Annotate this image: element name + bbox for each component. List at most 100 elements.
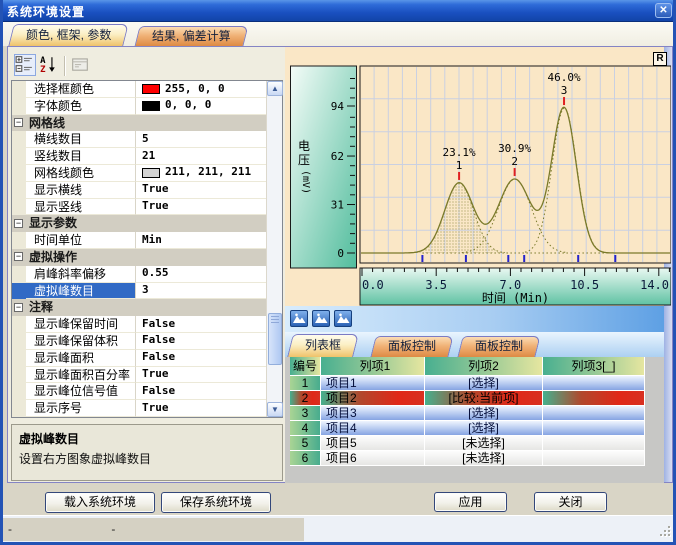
table-cell[interactable]: 项目3 xyxy=(321,406,425,421)
property-value[interactable]: True xyxy=(136,367,266,384)
table-cell[interactable]: 项目6 xyxy=(321,451,425,466)
scrollbar-thumb[interactable] xyxy=(268,313,282,365)
status-text-mid: - xyxy=(111,522,116,536)
column-header[interactable]: 列项1 xyxy=(321,357,425,376)
property-category-row[interactable]: − 网格线 xyxy=(12,114,266,132)
property-value[interactable]: 0, 0, 0 xyxy=(136,98,266,115)
load-environment-button[interactable]: 载入系统环境 xyxy=(45,492,155,513)
table-row[interactable]: 4 项目4 [选择] xyxy=(290,421,645,436)
scroll-up-icon[interactable]: ▲ xyxy=(267,81,283,96)
property-row[interactable]: 显示峰面积 False xyxy=(12,349,266,367)
property-row[interactable]: 网格线颜色 211, 211, 211 xyxy=(12,164,266,182)
property-value[interactable]: False xyxy=(136,383,266,401)
property-value[interactable]: 3 xyxy=(136,283,266,300)
zoom-image-button-2[interactable] xyxy=(312,310,330,327)
resize-grip[interactable] xyxy=(658,526,672,538)
property-value[interactable]: 211, 211, 211 xyxy=(136,165,266,182)
table-cell[interactable]: 5 xyxy=(290,436,321,451)
table-row[interactable]: 1 项目1 [选择] xyxy=(290,376,645,391)
property-row[interactable]: 显示峰保留体积 False xyxy=(12,332,266,350)
zoom-image-button-3[interactable] xyxy=(334,310,352,327)
property-row[interactable]: 显示横线 True xyxy=(12,181,266,199)
collapse-icon[interactable]: − xyxy=(14,252,23,262)
categorized-view-button[interactable] xyxy=(14,54,36,76)
table-cell[interactable]: 4 xyxy=(290,421,321,436)
property-value[interactable]: False xyxy=(136,333,266,350)
column-header[interactable]: 列项2 xyxy=(425,357,543,376)
table-cell[interactable]: [未选择] xyxy=(425,451,543,466)
property-row[interactable]: 显示峰保留时间 False xyxy=(12,316,266,333)
table-cell[interactable] xyxy=(543,376,645,391)
reset-zoom-button[interactable]: R xyxy=(653,52,667,66)
table-cell[interactable] xyxy=(543,436,645,451)
property-value[interactable]: 255, 0, 0 xyxy=(136,81,266,98)
property-value[interactable]: 0.55 xyxy=(136,266,266,283)
property-value[interactable]: True xyxy=(136,400,266,417)
property-row[interactable]: 显示峰面积百分率 True xyxy=(12,366,266,384)
table-cell[interactable]: 3 xyxy=(290,406,321,421)
table-cell[interactable]: 项目2 xyxy=(321,391,425,406)
table-cell[interactable]: 1 xyxy=(290,376,321,391)
main-tab-0[interactable]: 颜色, 框架, 参数 xyxy=(8,24,130,46)
table-cell[interactable]: 项目4 xyxy=(321,421,425,436)
property-row[interactable]: 虚拟峰数目 3 xyxy=(12,282,266,300)
table-row[interactable]: 5 项目5 [未选择] xyxy=(290,436,645,451)
property-row[interactable]: 横线数目 5 xyxy=(12,131,266,149)
table-cell[interactable] xyxy=(543,391,645,406)
property-pages-icon xyxy=(72,58,88,71)
table-cell[interactable]: [选择] xyxy=(425,421,543,436)
alphabetical-sort-button[interactable]: A Z xyxy=(38,54,60,76)
table-cell[interactable] xyxy=(543,451,645,466)
panel-tab-2[interactable]: 面板控制 xyxy=(457,336,541,357)
property-row[interactable]: 选择框颜色 255, 0, 0 xyxy=(12,81,266,98)
table-row[interactable]: 6 项目6 [未选择] xyxy=(290,451,645,466)
table-row[interactable]: 3 项目3 [选择] xyxy=(290,406,645,421)
property-value[interactable]: False xyxy=(136,316,266,333)
property-pages-button[interactable] xyxy=(70,54,92,76)
collapse-icon[interactable]: − xyxy=(14,302,23,312)
close-button[interactable]: 关闭 xyxy=(534,492,607,512)
property-row[interactable]: 时间单位 Min xyxy=(12,232,266,249)
table-cell[interactable] xyxy=(543,406,645,421)
property-category-row[interactable]: − 显示参数 xyxy=(12,215,266,233)
table-cell[interactable]: 项目5 xyxy=(321,436,425,451)
zoom-image-button-1[interactable] xyxy=(290,310,308,327)
main-tab-1[interactable]: 结果, 偏差计算 xyxy=(134,26,249,46)
property-value[interactable]: True xyxy=(136,182,266,199)
property-description-panel: 虚拟峰数目 设置右方图象虚拟峰数目 xyxy=(11,424,283,481)
table-cell[interactable] xyxy=(543,421,645,436)
title-bar[interactable]: 系统环境设置 ✕ xyxy=(3,0,673,22)
collapse-icon[interactable]: − xyxy=(14,218,23,228)
table-cell[interactable]: [选择] xyxy=(425,376,543,391)
property-value[interactable]: False xyxy=(136,350,266,367)
property-row[interactable]: 字体颜色 0, 0, 0 xyxy=(12,97,266,115)
table-cell[interactable]: 6 xyxy=(290,451,321,466)
apply-button[interactable]: 应用 xyxy=(434,492,507,512)
table-cell[interactable]: [未选择] xyxy=(425,436,543,451)
table-row[interactable]: 2 项目2 [比较:当前项] xyxy=(290,391,645,406)
property-row[interactable]: 显示峰位信号值 False xyxy=(12,383,266,401)
column-header[interactable]: 列项3[_] xyxy=(543,357,645,376)
column-header[interactable]: 编号 xyxy=(290,357,321,376)
property-grid-scrollbar[interactable]: ▲ ▼ xyxy=(266,81,283,417)
table-cell[interactable]: [选择] xyxy=(425,406,543,421)
scroll-down-icon[interactable]: ▼ xyxy=(267,402,283,417)
table-cell[interactable]: [比较:当前项] xyxy=(425,391,543,406)
table-cell[interactable]: 项目1 xyxy=(321,376,425,391)
property-value[interactable]: 21 xyxy=(136,148,266,165)
property-value[interactable]: 5 xyxy=(136,131,266,149)
close-icon[interactable]: ✕ xyxy=(655,3,672,18)
property-category-row[interactable]: − 注释 xyxy=(12,299,266,317)
panel-tab-1[interactable]: 面板控制 xyxy=(370,336,454,357)
property-category-row[interactable]: − 虚拟操作 xyxy=(12,248,266,266)
property-row[interactable]: 显示序号 True xyxy=(12,400,266,417)
collapse-icon[interactable]: − xyxy=(14,118,23,128)
property-row[interactable]: 竖线数目 21 xyxy=(12,148,266,165)
save-environment-button[interactable]: 保存系统环境 xyxy=(161,492,271,513)
property-row[interactable]: 显示竖线 True xyxy=(12,198,266,216)
property-value[interactable]: True xyxy=(136,199,266,216)
table-cell[interactable]: 2 xyxy=(290,391,321,406)
property-value[interactable]: Min xyxy=(136,232,266,249)
panel-tab-0[interactable]: 列表框 xyxy=(287,334,359,357)
property-row[interactable]: 肩峰斜率偏移 0.55 xyxy=(12,265,266,283)
